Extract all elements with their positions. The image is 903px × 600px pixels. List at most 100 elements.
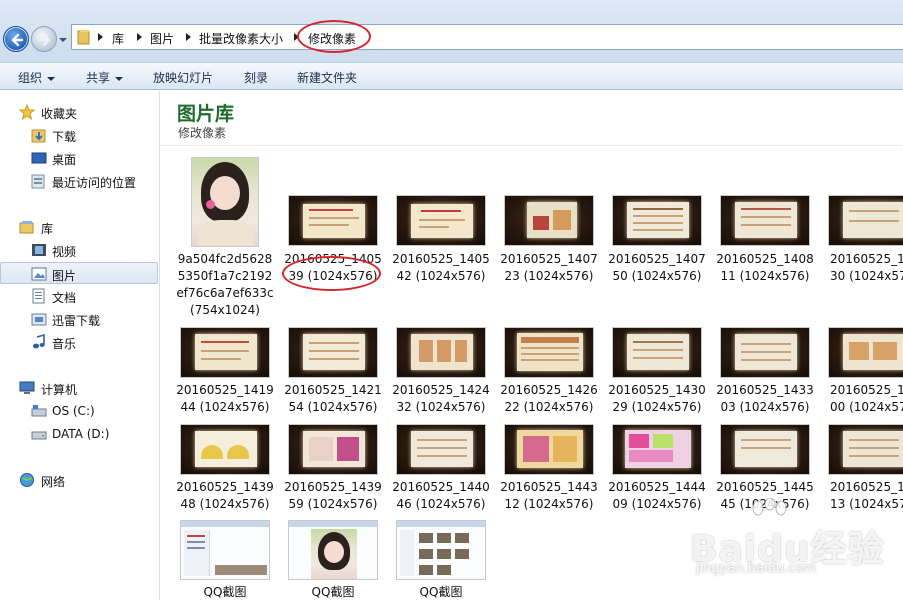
slide-thumbnail — [396, 424, 486, 475]
slide-thumbnail — [720, 327, 810, 378]
nav-desktop-label: 桌面 — [52, 153, 77, 167]
file-name: 20160525_1407 50 (1024x576) — [608, 252, 706, 283]
music-icon — [33, 334, 45, 349]
slide-thumbnail — [612, 195, 702, 246]
pictures-icon — [31, 267, 47, 281]
file-item[interactable]: 20160525_14 30 (1024x57 — [824, 157, 903, 287]
file-item[interactable]: 20160525_1408 11 (1024x576) — [716, 157, 814, 287]
address-input[interactable]: 库 图片 批量改像素大小 修改像素 — [71, 24, 903, 50]
slide-thumbnail — [180, 424, 270, 475]
file-item[interactable]: 20160525_1439 59 (1024x576) — [284, 424, 382, 514]
slide-thumbnail — [612, 424, 702, 475]
file-item[interactable]: 20160525_1407 23 (1024x576) — [500, 157, 598, 287]
file-item[interactable]: 20160525_1424 32 (1024x576) — [392, 327, 490, 417]
file-name: 20160525_1426 22 (1024x576) — [500, 383, 598, 414]
file-item[interactable]: 20160525_1440 46 (1024x576) — [392, 424, 490, 514]
file-item[interactable]: 20160525_1444 09 (1024x576) — [608, 424, 706, 514]
file-item[interactable]: QQ截图 — [392, 520, 490, 600]
file-name: 20160525_1405 42 (1024x576) — [392, 252, 490, 283]
annotation-circle — [297, 20, 371, 53]
nav-network[interactable]: 网络 — [0, 469, 158, 491]
file-item[interactable]: 20160525_14 00 (1024x57 — [824, 327, 903, 417]
file-name: 20160525_1421 54 (1024x576) — [284, 383, 382, 414]
burn-button[interactable]: 刻录 — [244, 69, 268, 86]
nav-computer-label: 计算机 — [41, 383, 78, 397]
network-icon — [20, 473, 34, 487]
system-drive-icon — [31, 405, 47, 417]
back-button[interactable] — [3, 26, 29, 52]
file-item[interactable]: 20160525_1405 42 (1024x576) — [392, 157, 490, 287]
file-item[interactable]: 20160525_1419 44 (1024x576) — [176, 327, 274, 417]
nav-favorites[interactable]: 收藏夹 — [0, 101, 158, 123]
slide-thumbnail — [288, 195, 378, 246]
nav-xunlei[interactable]: 迅雷下载 — [0, 308, 158, 330]
breadcrumb-arrow-icon[interactable] — [98, 33, 103, 41]
file-item[interactable]: 20160525_1433 03 (1024x576) — [716, 327, 814, 417]
nav-drive-d-label: DATA (D:) — [52, 427, 110, 441]
breadcrumb-arrow-icon[interactable] — [137, 33, 142, 41]
slide-thumbnail — [396, 195, 486, 246]
breadcrumb-pictures[interactable]: 图片 — [150, 30, 174, 47]
address-bar: 库 图片 批量改像素大小 修改像素 — [0, 0, 903, 62]
star-icon — [19, 104, 35, 120]
nav-libraries[interactable]: 库 — [0, 216, 158, 238]
nav-videos[interactable]: 视频 — [0, 239, 158, 261]
nav-network-label: 网络 — [41, 475, 66, 489]
file-item[interactable]: 20160525_1443 12 (1024x576) — [500, 424, 598, 514]
file-item[interactable]: QQ截图 — [176, 520, 274, 600]
library-icon — [19, 221, 34, 234]
forward-button[interactable] — [31, 26, 57, 52]
organize-menu[interactable]: 组织 — [18, 69, 56, 86]
nav-desktop[interactable]: 桌面 — [0, 147, 158, 169]
slide-thumbnail — [504, 195, 594, 246]
file-item[interactable]: QQ截图 — [284, 520, 382, 600]
file-name: 20160525_14 13 (1024x57 — [830, 480, 903, 511]
share-menu[interactable]: 共享 — [86, 69, 124, 86]
breadcrumb-libraries[interactable]: 库 — [112, 30, 124, 47]
recent-pages-button[interactable] — [58, 34, 68, 44]
nav-pictures[interactable]: 图片 — [0, 262, 158, 284]
file-item[interactable]: 20160525_1430 29 (1024x576) — [608, 327, 706, 417]
chevron-down-icon — [59, 38, 67, 42]
nav-recent-places[interactable]: 最近访问的位置 — [0, 170, 158, 192]
file-item[interactable]: 20160525_1445 45 (1024x576) — [716, 424, 814, 514]
file-item[interactable]: 20160525_14 13 (1024x57 — [824, 424, 903, 514]
file-name: 9a504fc2d5628 5350f1a7c2192 ef76c6a7ef63… — [176, 252, 274, 317]
nav-drive-d[interactable]: DATA (D:) — [0, 423, 158, 445]
slide-thumbnail — [720, 195, 810, 246]
folder-icon — [77, 30, 90, 45]
file-item[interactable]: 9a504fc2d5628 5350f1a7c2192 ef76c6a7ef63… — [176, 157, 274, 317]
nav-drive-c[interactable]: OS (C:) — [0, 400, 158, 422]
slide-thumbnail — [612, 327, 702, 378]
arrow-left-icon — [11, 33, 24, 47]
nav-downloads-label: 下载 — [52, 130, 77, 144]
new-folder-button[interactable]: 新建文件夹 — [297, 69, 357, 86]
breadcrumb-arrow-icon[interactable] — [186, 33, 191, 41]
nav-libraries-label: 库 — [41, 222, 54, 236]
file-item[interactable]: 20160525_1439 48 (1024x576) — [176, 424, 274, 514]
nav-computer[interactable]: 计算机 — [0, 377, 158, 399]
file-item[interactable]: 20160525_1421 54 (1024x576) — [284, 327, 382, 417]
arrow-right-icon — [38, 33, 51, 47]
file-name: 20160525_1408 11 (1024x576) — [716, 252, 814, 283]
library-subtitle: 修改像素 — [178, 126, 227, 140]
slideshow-button[interactable]: 放映幻灯片 — [153, 69, 213, 86]
slide-thumbnail — [504, 424, 594, 475]
file-item[interactable]: 20160525_1426 22 (1024x576) — [500, 327, 598, 417]
file-name: 20160525_1443 12 (1024x576) — [500, 480, 598, 511]
slide-thumbnail — [828, 195, 903, 246]
file-name: 20160525_1419 44 (1024x576) — [176, 383, 274, 414]
file-name: QQ截图 — [419, 585, 463, 599]
screenshot-thumbnail — [180, 520, 270, 580]
nav-documents[interactable]: 文档 — [0, 285, 158, 307]
nav-downloads[interactable]: 下载 — [0, 124, 158, 146]
file-name: 20160525_1430 29 (1024x576) — [608, 383, 706, 414]
file-name: 20160525_1424 32 (1024x576) — [392, 383, 490, 414]
nav-music[interactable]: 音乐 — [0, 331, 158, 353]
file-item[interactable]: 20160525_1407 50 (1024x576) — [608, 157, 706, 287]
nav-videos-label: 视频 — [52, 245, 77, 259]
nav-pictures-label: 图片 — [52, 269, 77, 283]
recent-places-icon — [31, 174, 45, 189]
breadcrumb-batch-resize[interactable]: 批量改像素大小 — [199, 30, 283, 47]
slide-thumbnail — [288, 424, 378, 475]
